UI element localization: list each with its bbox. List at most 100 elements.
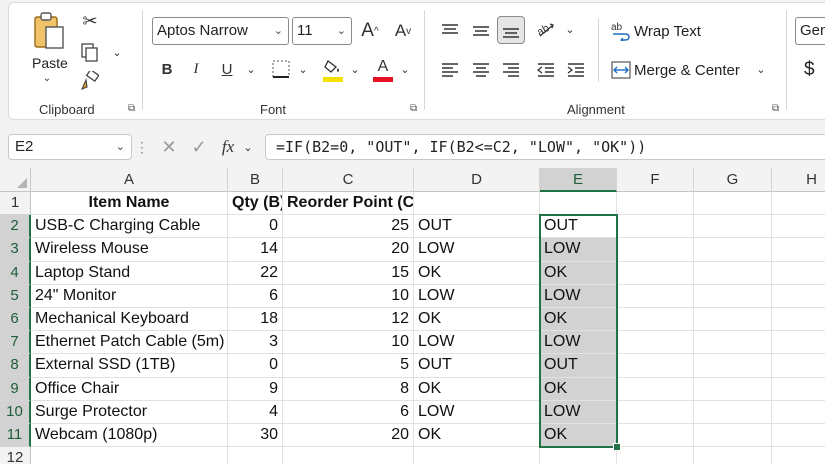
font-size-combo[interactable]: 11 ⌄ xyxy=(292,17,352,45)
name-box[interactable]: E2 ⌄ xyxy=(8,134,132,160)
empty-cell[interactable] xyxy=(694,192,772,216)
cell-a4[interactable]: Laptop Stand xyxy=(31,261,228,285)
row-header-11[interactable]: 11 xyxy=(0,424,31,448)
empty-cell[interactable] xyxy=(772,378,825,401)
copy-dropdown-icon[interactable]: ⌄ xyxy=(111,44,123,60)
cell-a7[interactable]: Ethernet Patch Cable (5m) xyxy=(31,331,228,355)
cell-b9[interactable]: 9 xyxy=(228,377,283,401)
cell-b7[interactable]: 3 xyxy=(228,331,283,355)
empty-cell[interactable] xyxy=(617,192,694,216)
empty-cell[interactable] xyxy=(772,215,825,239)
empty-cell[interactable] xyxy=(617,238,694,262)
empty-cell[interactable] xyxy=(772,308,825,332)
column-header-h[interactable]: H xyxy=(772,168,825,192)
cell-e1[interactable] xyxy=(540,192,617,216)
row-header-1[interactable]: 1 xyxy=(0,192,31,216)
empty-cell[interactable] xyxy=(694,284,772,308)
font-color-icon[interactable]: A xyxy=(372,56,394,84)
cell-b10[interactable]: 4 xyxy=(228,400,283,424)
cell-d7[interactable]: LOW xyxy=(414,331,540,355)
font-launcher-icon[interactable]: ⧉ xyxy=(410,104,420,114)
number-format-combo[interactable]: Gen xyxy=(795,17,825,45)
decrease-indent-icon[interactable] xyxy=(533,58,559,82)
cell-d8[interactable]: OUT xyxy=(414,354,540,378)
empty-cell[interactable] xyxy=(772,238,825,262)
cell-d6[interactable]: OK xyxy=(414,308,540,332)
column-header-f[interactable]: F xyxy=(617,168,694,192)
cell-a9[interactable]: Office Chair xyxy=(31,377,228,401)
align-center-icon[interactable] xyxy=(468,58,494,82)
empty-cell[interactable] xyxy=(617,215,694,239)
align-top-icon[interactable] xyxy=(437,18,463,44)
cell-a5[interactable]: 24" Monitor xyxy=(31,284,228,308)
cell-c3[interactable]: 20 xyxy=(283,238,414,262)
empty-cell[interactable] xyxy=(772,354,825,378)
copy-icon[interactable] xyxy=(80,42,100,64)
cell-b5[interactable]: 6 xyxy=(228,284,283,308)
cell-d4[interactable]: OK xyxy=(414,261,540,285)
chevron-down-icon[interactable]: ⌄ xyxy=(242,140,254,154)
row-header-6[interactable]: 6 xyxy=(0,308,31,332)
paste-dropdown-icon[interactable]: ⌄ xyxy=(41,73,53,84)
cell-c1[interactable]: Reorder Point (C) xyxy=(283,192,414,216)
row-header-9[interactable]: 9 xyxy=(0,377,31,401)
empty-cell[interactable] xyxy=(414,447,540,464)
empty-cell[interactable] xyxy=(617,424,694,448)
increase-indent-icon[interactable] xyxy=(563,58,589,82)
row-header-7[interactable]: 7 xyxy=(0,331,31,355)
column-header-c[interactable]: C xyxy=(283,168,414,192)
cell-d3[interactable]: LOW xyxy=(414,238,540,262)
cell-c8[interactable]: 5 xyxy=(283,354,414,378)
row-header-3[interactable]: 3 xyxy=(0,238,31,262)
empty-cell[interactable] xyxy=(617,354,694,378)
cell-a1[interactable]: Item Name xyxy=(31,192,228,216)
empty-cell[interactable] xyxy=(694,424,772,448)
column-header-g[interactable]: G xyxy=(694,168,772,192)
merge-center-button[interactable]: Merge & Center xyxy=(634,62,740,79)
cell-c4[interactable]: 15 xyxy=(283,261,414,285)
cell-c6[interactable]: 12 xyxy=(283,308,414,332)
empty-cell[interactable] xyxy=(617,284,694,308)
empty-cell[interactable] xyxy=(694,261,772,285)
align-middle-icon[interactable] xyxy=(468,18,494,44)
empty-cell[interactable] xyxy=(617,447,694,464)
row-header-5[interactable]: 5 xyxy=(0,284,31,308)
cell-a6[interactable]: Mechanical Keyboard xyxy=(31,308,228,332)
column-header-b[interactable]: B xyxy=(228,168,283,192)
fill-handle[interactable] xyxy=(613,443,621,452)
cell-c10[interactable]: 6 xyxy=(283,400,414,424)
empty-cell[interactable] xyxy=(694,377,772,401)
cell-c2[interactable]: 25 xyxy=(283,215,414,239)
column-header-e[interactable]: E xyxy=(540,168,617,192)
row-header-12[interactable]: 12 xyxy=(0,447,31,464)
cell-b1[interactable]: Qty (B) xyxy=(228,192,283,216)
cell-b2[interactable]: 0 xyxy=(228,215,283,239)
empty-cell[interactable] xyxy=(772,331,825,355)
borders-icon[interactable] xyxy=(270,58,292,80)
empty-cell[interactable] xyxy=(540,447,617,464)
formula-input[interactable]: =IF(B2=0, "OUT", IF(B2<=C2, "LOW", "OK")… xyxy=(265,134,825,160)
empty-cell[interactable] xyxy=(617,377,694,401)
orientation-icon[interactable]: ab xyxy=(533,16,559,42)
cancel-icon[interactable]: ✕ xyxy=(158,136,180,158)
cell-a8[interactable]: External SSD (1TB) xyxy=(31,354,228,378)
cell-e3[interactable]: LOW xyxy=(540,238,617,262)
cell-a10[interactable]: Surge Protector xyxy=(31,400,228,424)
select-all-button[interactable] xyxy=(0,168,31,192)
empty-cell[interactable] xyxy=(617,400,694,424)
column-header-a[interactable]: A xyxy=(31,168,228,192)
cell-b11[interactable]: 30 xyxy=(228,424,283,448)
underline-button[interactable]: U xyxy=(219,58,235,80)
align-bottom-icon[interactable] xyxy=(498,18,524,44)
cell-c11[interactable]: 20 xyxy=(283,424,414,448)
align-left-icon[interactable] xyxy=(437,58,463,82)
cell-a3[interactable]: Wireless Mouse xyxy=(31,238,228,262)
cell-e2[interactable]: OUT xyxy=(540,215,617,239)
cell-e10[interactable]: LOW xyxy=(540,400,617,424)
grow-font-icon[interactable]: A ^ xyxy=(359,18,381,44)
empty-cell[interactable] xyxy=(694,215,772,239)
empty-cell[interactable] xyxy=(617,308,694,332)
cell-c7[interactable]: 10 xyxy=(283,331,414,355)
merge-center-icon[interactable] xyxy=(610,59,632,81)
enter-icon[interactable]: ✓ xyxy=(188,136,210,158)
